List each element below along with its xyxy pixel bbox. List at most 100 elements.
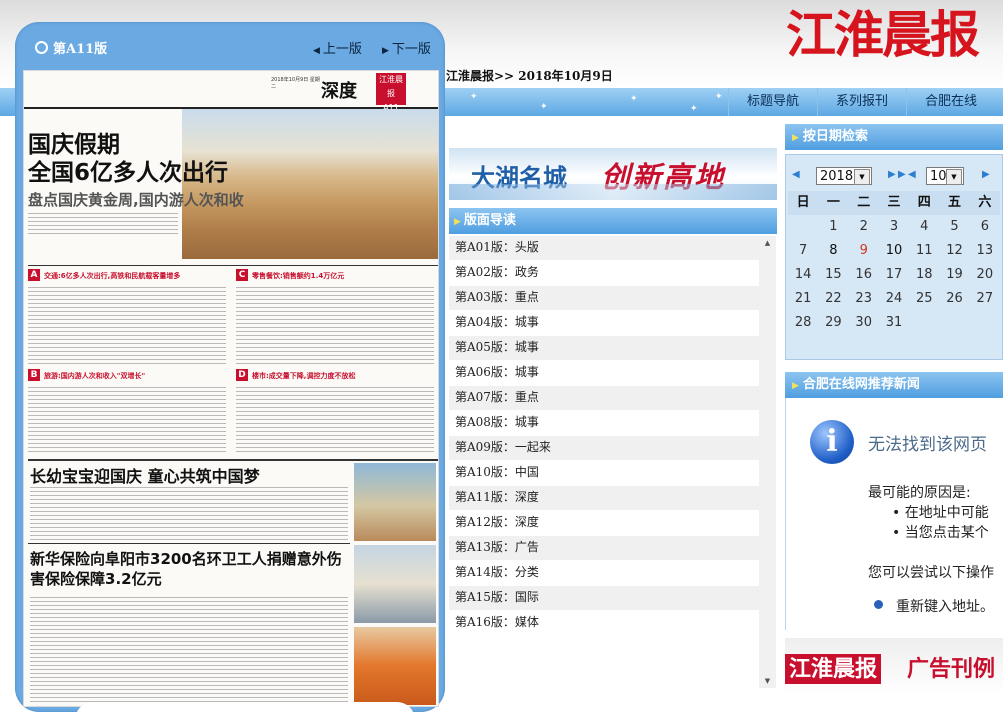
prev-page-link[interactable]: ◀ 上一版 — [313, 38, 362, 57]
guide-item-a08[interactable]: 第A08版：城事 — [449, 411, 759, 436]
calendar-week-row: 21 22 23 24 25 26 27 — [788, 287, 1000, 311]
guide-item-a09[interactable]: 第A09版：一起来 — [449, 436, 759, 461]
calendar-empty-cell — [939, 311, 969, 335]
calendar-day-16[interactable]: 16 — [849, 263, 879, 287]
guide-item-a11[interactable]: 第A11版：深度 — [449, 486, 759, 511]
section-b-title: 旅游:国内游人次和收入"双增长" — [44, 372, 146, 380]
guide-item-a06[interactable]: 第A06版：城事 — [449, 361, 759, 386]
guide-item-a15[interactable]: 第A15版：国际 — [449, 586, 759, 611]
year-select[interactable]: 2018 ▼ — [816, 167, 872, 185]
divider — [28, 543, 350, 544]
calendar-day-7[interactable]: 7 — [788, 239, 818, 263]
calendar-day-30[interactable]: 30 — [849, 311, 879, 335]
weekday-header: 日 — [788, 191, 819, 215]
calendar-day-2[interactable]: 2 — [849, 215, 879, 239]
calendar-day-11[interactable]: 11 — [909, 239, 939, 263]
section-d-tag: D — [236, 369, 248, 381]
nav-item-series-papers[interactable]: 系列报刊 — [816, 88, 906, 116]
next-month-arrow-icon[interactable]: ▶ — [982, 169, 990, 180]
page-not-found-title: 无法找到该网页 — [868, 435, 987, 455]
error-try-label: 您可以尝试以下操作 — [868, 565, 994, 581]
prev-year-arrow-icon[interactable]: ◀ — [792, 169, 800, 180]
month-select[interactable]: 10 ▼ — [926, 167, 964, 185]
guide-item-a01[interactable]: 第A01版：头版 — [449, 236, 759, 261]
retype-address-link[interactable]: 重新键入地址。 — [896, 596, 994, 616]
calendar-day-22[interactable]: 22 — [818, 287, 848, 311]
site-logo[interactable]: 江淮晨报 — [786, 4, 1003, 66]
breadcrumb: 江淮晨报>> 2018年10月9日 — [446, 69, 613, 83]
article-headline-holiday[interactable]: 国庆假期 全国6亿多人次出行 — [28, 131, 228, 187]
calendar-day-29[interactable]: 29 — [818, 311, 848, 335]
guide-item-a03[interactable]: 第A03版：重点 — [449, 286, 759, 311]
calendar-day-12[interactable]: 12 — [939, 239, 969, 263]
calendar-day-27[interactable]: 27 — [970, 287, 1000, 311]
prev-month-arrow-icon[interactable]: ◀ — [908, 169, 916, 180]
calendar-day-6[interactable]: 6 — [970, 215, 1000, 239]
calendar-day-5[interactable]: 5 — [939, 215, 969, 239]
kids-photo[interactable] — [354, 463, 436, 541]
calendar-day-24[interactable]: 24 — [879, 287, 909, 311]
calendar-day-10[interactable]: 10 — [879, 239, 909, 263]
nav-item-hefei-online[interactable]: 合肥在线 — [905, 88, 995, 116]
calendar-day-14[interactable]: 14 — [788, 263, 818, 287]
section-d-title: 楼市:成交量下降,调控力度不放松 — [252, 372, 356, 380]
calendar-day-17[interactable]: 17 — [879, 263, 909, 287]
date-search-title: 按日期检索 — [802, 129, 868, 144]
ad-paper-name: 江淮晨报 — [785, 654, 882, 684]
calendar-day-9[interactable]: 9 — [849, 239, 879, 263]
divider — [28, 265, 438, 266]
calendar-day-23[interactable]: 23 — [849, 287, 879, 311]
calendar-day-1[interactable]: 1 — [818, 215, 848, 239]
article-headline-kids[interactable]: 长幼宝宝迎国庆 童心共筑中国梦 — [30, 463, 260, 487]
workers-photo[interactable] — [354, 627, 436, 705]
date-search-header: ▶ 按日期检索 — [785, 124, 1003, 150]
scroll-up-arrow-icon[interactable]: ▲ — [759, 236, 776, 250]
calendar-empty-cell — [970, 335, 1000, 359]
calendar-day-19[interactable]: 19 — [939, 263, 969, 287]
guide-item-a07[interactable]: 第A07版：重点 — [449, 386, 759, 411]
info-icon: i — [810, 420, 854, 464]
calendar-day-25[interactable]: 25 — [909, 287, 939, 311]
guide-item-a02[interactable]: 第A02版：政务 — [449, 261, 759, 286]
article-headline-insurance[interactable]: 新华保险向阜阳市3200名环卫工人捐赠意外伤害保险保障3.2亿元 — [30, 549, 350, 589]
bullet-dot-icon — [874, 600, 883, 609]
city-banner: 大湖名城 创新高地 — [449, 148, 777, 200]
guide-item-a05[interactable]: 第A05版：城事 — [449, 336, 759, 361]
nav-item-title-navigation[interactable]: 标题导航 — [727, 88, 817, 116]
calendar-day-28[interactable]: 28 — [788, 311, 818, 335]
guide-item-a14[interactable]: 第A14版：分类 — [449, 561, 759, 586]
guide-item-a04[interactable]: 第A04版：城事 — [449, 311, 759, 336]
next-page-link[interactable]: ▶ 下一版 — [382, 38, 431, 57]
paper-section-name: 深度 — [321, 81, 357, 102]
error-bullet-2-text: 当您点击某个 — [904, 525, 989, 541]
calendar-day-26[interactable]: 26 — [939, 287, 969, 311]
text-column — [236, 285, 434, 365]
weekday-header: 五 — [939, 191, 970, 215]
calendar-day-15[interactable]: 15 — [818, 263, 848, 287]
calendar-day-13[interactable]: 13 — [970, 239, 1000, 263]
ad-rates-banner[interactable]: 江淮晨报 广告刊例 — [785, 638, 1003, 695]
guide-item-a16[interactable]: 第A16版：媒体 — [449, 611, 759, 636]
calendar-day-3[interactable]: 3 — [879, 215, 909, 239]
calendar-day-20[interactable]: 20 — [970, 263, 1000, 287]
calendar-day-31[interactable]: 31 — [879, 311, 909, 335]
year-value: 2018 — [820, 169, 854, 184]
scroll-down-arrow-icon[interactable]: ▼ — [759, 674, 776, 688]
text-column — [30, 485, 348, 541]
guide-item-a10[interactable]: 第A10版：中国 — [449, 461, 759, 486]
calendar-empty-cell — [818, 335, 848, 359]
calendar-day-4[interactable]: 4 — [909, 215, 939, 239]
next-year-arrow-icon[interactable]: ▶ — [898, 169, 906, 180]
calendar-day-21[interactable]: 21 — [788, 287, 818, 311]
calendar-day-8[interactable]: 8 — [818, 239, 848, 263]
guide-item-a13[interactable]: 第A13版：广告 — [449, 536, 759, 561]
scrollbar-thumb[interactable] — [762, 252, 773, 672]
calendar-day-18[interactable]: 18 — [909, 263, 939, 287]
guide-item-a12[interactable]: 第A12版：深度 — [449, 511, 759, 536]
current-page-label: 第A11版 — [35, 38, 107, 57]
guide-scrollbar[interactable]: ▲ ▼ — [759, 236, 776, 688]
ceremony-photo[interactable] — [354, 545, 436, 623]
next-year-arrow-icon[interactable]: ▶ — [888, 169, 896, 180]
newspaper-page-image[interactable]: 2018年10月9日 星期二 深度 江淮晨报 A11 国庆假期 全国6亿多人次出… — [23, 70, 439, 707]
triangle-left-icon: ◀ — [313, 46, 320, 56]
